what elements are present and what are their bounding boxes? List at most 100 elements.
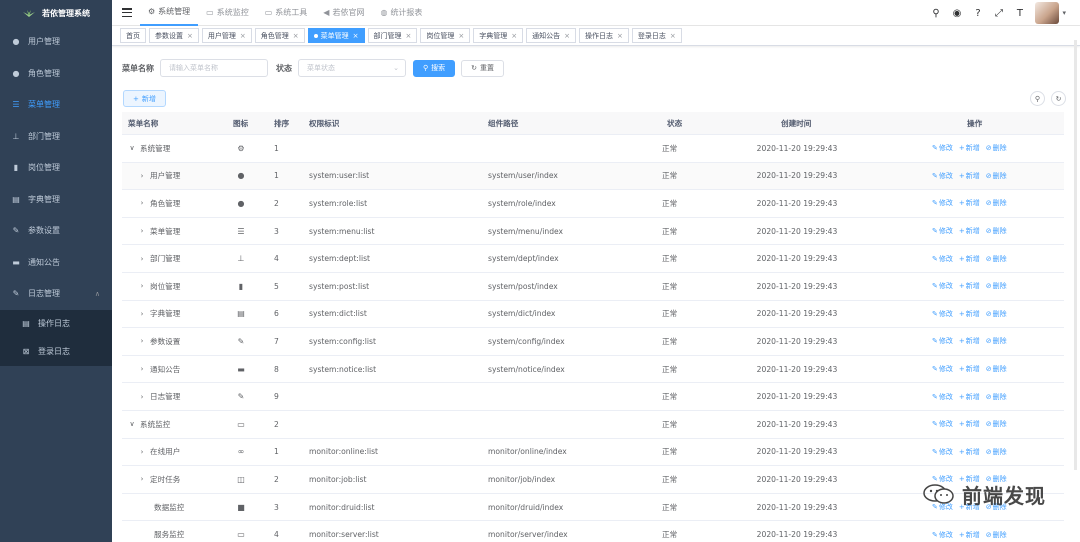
toggle-search-button[interactable]: ⚲ [1030,91,1045,106]
table-row[interactable]: › 字典管理 ▤ 6 system:dict:list system/dict/index… [122,301,1064,329]
tag-1[interactable]: 首页 [120,28,146,43]
table-row[interactable]: 服务监控 ▭ 4 monitor:server:list monitor/server/… [122,521,1064,542]
tag-5[interactable]: 菜单管理 × [307,28,365,43]
add-child-button[interactable]: +新增 [959,447,980,457]
close-icon[interactable]: × [564,32,570,40]
tag-4[interactable]: 角色管理 × [254,28,305,43]
delete-button[interactable]: ⊘删除 [986,171,1007,181]
reset-button[interactable]: ↻ 重置 [461,59,505,77]
table-row[interactable]: › 通知公告 ▬ 8 system:notice:list system/notice/i… [122,356,1064,384]
chevron-right-icon[interactable]: › [138,448,146,456]
delete-button[interactable]: ⊘删除 [986,226,1007,236]
sidebar-item-5[interactable]: ▮ 岗位管理 [0,152,112,184]
close-icon[interactable]: × [617,32,623,40]
delete-button[interactable]: ⊘删除 [986,281,1007,291]
table-row[interactable]: › 部门管理 ⊥ 4 system:dept:list system/dept/index… [122,245,1064,273]
search-button[interactable]: ⚲ 搜索 [413,59,456,77]
edit-button[interactable]: ✎修改 [932,198,953,208]
chevron-down-icon[interactable]: ∨ [128,420,136,428]
close-icon[interactable]: × [458,32,464,40]
top-menu-item-4[interactable]: ◀ 若依官网 [315,0,372,26]
delete-button[interactable]: ⊘删除 [986,392,1007,402]
close-icon[interactable]: × [406,32,412,40]
delete-button[interactable]: ⊘删除 [986,336,1007,346]
chevron-right-icon[interactable]: › [138,227,146,235]
table-row[interactable]: › 日志管理 ✎ 9 正常 2020-11-20 19:29:43 ✎修改 +新增 ⊘删除 [122,383,1064,411]
chevron-right-icon[interactable]: › [138,365,146,373]
github-icon[interactable]: ◉ [949,8,964,19]
add-child-button[interactable]: +新增 [959,336,980,346]
table-row[interactable]: › 菜单管理 ☰ 3 system:menu:list system/menu/index… [122,218,1064,246]
add-child-button[interactable]: +新增 [959,281,980,291]
edit-button[interactable]: ✎修改 [932,254,953,264]
caret-down-icon[interactable]: ▾ [1062,9,1066,17]
hamburger-icon[interactable] [122,8,132,17]
edit-button[interactable]: ✎修改 [932,447,953,457]
edit-button[interactable]: ✎修改 [932,392,953,402]
close-icon[interactable]: × [353,32,359,40]
chevron-down-icon[interactable]: ∨ [128,144,136,152]
sidebar-item-1[interactable]: ● 用户管理 [0,26,112,58]
search-icon[interactable]: ⚲ [928,8,943,19]
table-row[interactable]: › 参数设置 ✎ 7 system:config:list system/config/i… [122,328,1064,356]
close-icon[interactable]: × [511,32,517,40]
add-child-button[interactable]: +新增 [959,392,980,402]
delete-button[interactable]: ⊘删除 [986,530,1007,540]
tag-10[interactable]: 操作日志 × [579,28,629,43]
sidebar-item-7[interactable]: ✎ 参数设置 [0,215,112,247]
add-child-button[interactable]: +新增 [959,143,980,153]
table-row[interactable]: › 用户管理 ● 1 system:user:list system/user/index… [122,162,1064,191]
edit-button[interactable]: ✎修改 [932,530,953,540]
top-menu-item-3[interactable]: ▭ 系统工具 [257,0,316,26]
question-icon[interactable]: ? [970,8,985,19]
chevron-right-icon[interactable]: › [138,475,146,483]
delete-button[interactable]: ⊘删除 [986,254,1007,264]
edit-button[interactable]: ✎修改 [932,309,953,319]
tag-6[interactable]: 部门管理 × [367,28,418,43]
delete-button[interactable]: ⊘删除 [986,309,1007,319]
edit-button[interactable]: ✎修改 [932,143,953,153]
add-child-button[interactable]: +新增 [959,198,980,208]
edit-button[interactable]: ✎修改 [932,336,953,346]
add-child-button[interactable]: +新增 [959,419,980,429]
edit-button[interactable]: ✎修改 [932,419,953,429]
table-row[interactable]: › 在线用户 ∞ 1 monitor:online:list monitor/online… [122,439,1064,467]
table-row[interactable]: ∨ 系统管理 ⚙ 1 正常 2020-11-20 19:29:43 ✎修改 +新增 ⊘删除 [122,135,1064,163]
chevron-right-icon[interactable]: › [138,255,146,263]
close-icon[interactable]: × [293,32,299,40]
delete-button[interactable]: ⊘删除 [986,198,1007,208]
sidebar-item-9[interactable]: ✎ 日志管理 ∧ [0,278,112,310]
refresh-table-button[interactable]: ↻ [1051,91,1066,106]
fullscreen-icon[interactable]: ⤢ [991,8,1006,19]
edit-button[interactable]: ✎修改 [932,364,953,374]
sidebar-logo[interactable]: 若依管理系统 [0,0,112,26]
sidebar-item-3[interactable]: ☰ 菜单管理 [0,89,112,121]
delete-button[interactable]: ⊘删除 [986,447,1007,457]
table-row[interactable]: ∨ 系统监控 ▭ 2 正常 2020-11-20 19:29:43 ✎修改 +新增 ⊘删除 [122,411,1064,439]
close-icon[interactable]: × [670,32,676,40]
sidebar-item-2[interactable]: ● 角色管理 [0,58,112,90]
add-child-button[interactable]: +新增 [959,309,980,319]
delete-button[interactable]: ⊘删除 [986,419,1007,429]
add-button[interactable]: + 新增 [123,90,166,107]
sidebar-item-4[interactable]: ⊥ 部门管理 [0,121,112,153]
add-child-button[interactable]: +新增 [959,226,980,236]
close-icon[interactable]: × [187,32,193,40]
status-select[interactable]: 菜单状态 ⌄ [298,59,406,77]
sidebar-subitem-1[interactable]: ▤ 操作日志 [0,310,112,338]
chevron-right-icon[interactable]: › [138,337,146,345]
table-row[interactable]: › 岗位管理 ▮ 5 system:post:list system/post/index… [122,273,1064,301]
chevron-right-icon[interactable]: › [138,282,146,290]
delete-button[interactable]: ⊘删除 [986,143,1007,153]
close-icon[interactable]: × [240,32,246,40]
tag-3[interactable]: 用户管理 × [201,28,252,43]
table-row[interactable]: › 角色管理 ● 2 system:role:list system/role/index… [122,190,1064,218]
add-child-button[interactable]: +新增 [959,254,980,264]
tag-11[interactable]: 登录日志 × [631,28,682,43]
size-icon[interactable]: T [1012,8,1027,19]
tag-7[interactable]: 岗位管理 × [420,28,471,43]
scrollbar[interactable] [1074,40,1077,470]
edit-button[interactable]: ✎修改 [932,171,953,181]
top-menu-item-2[interactable]: ▭ 系统监控 [198,0,257,26]
add-child-button[interactable]: +新增 [959,171,980,181]
